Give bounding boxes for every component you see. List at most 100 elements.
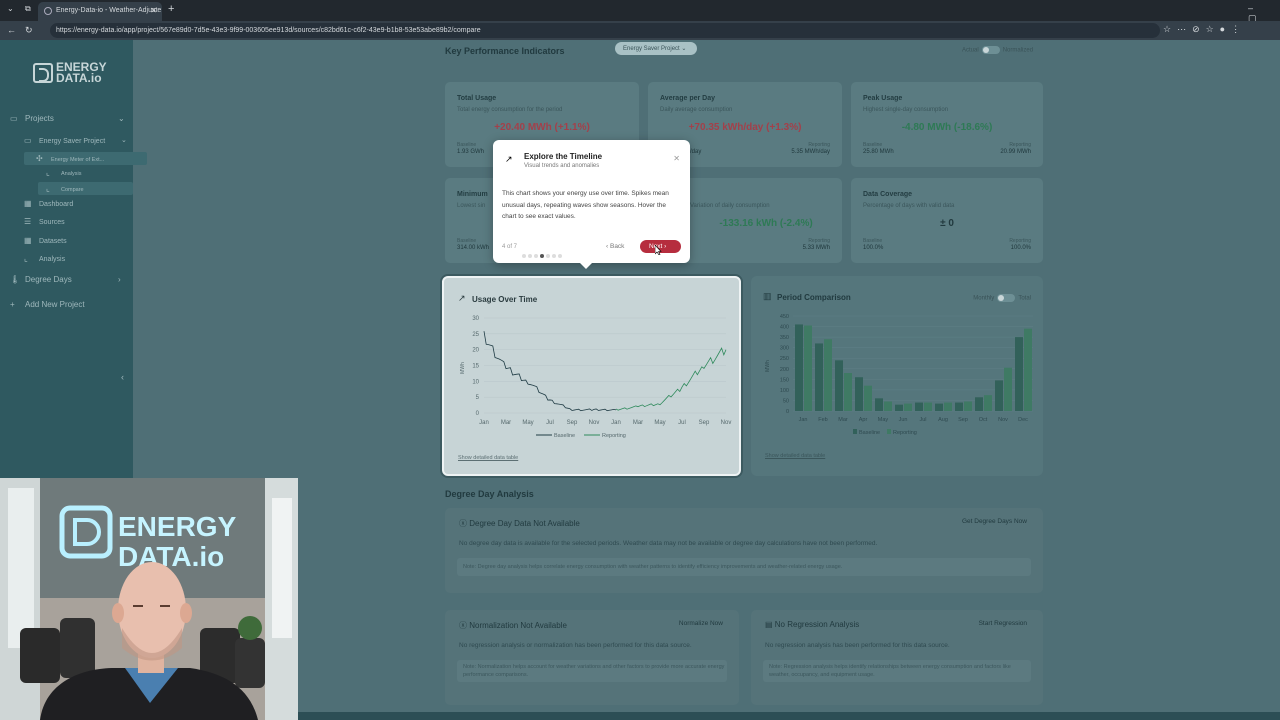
close-icon[interactable]: ✕ (673, 154, 680, 163)
chevron-down-icon: ⌄ (121, 137, 127, 144)
legend-label-baseline: Baseline (554, 433, 575, 439)
kpi-subtitle: Highest single-day consumption (863, 107, 949, 113)
webcam-sign-bottom: DATA.io (118, 541, 224, 572)
workspace-icon[interactable]: ⧉ (25, 4, 31, 14)
sidebar-item-label: Analysis (61, 171, 82, 177)
collapse-sidebar-icon[interactable]: ‹ (121, 372, 124, 382)
kpi-baseline-label: Baseline (457, 142, 477, 148)
sidebar-item-label: Sources (39, 219, 65, 226)
step-dot (552, 254, 556, 258)
get-degree-days-button[interactable]: Get Degree Days Now (962, 518, 1027, 525)
sidebar-item-compare[interactable]: ⌞ Compare (38, 182, 133, 195)
toggle-switch[interactable] (997, 294, 1016, 302)
x-tick-label: Dec (1018, 417, 1028, 423)
bar-baseline (995, 380, 1003, 411)
new-tab-icon[interactable]: + (168, 3, 174, 15)
kpi-value: ± 0 (940, 218, 954, 229)
logo-mark-icon (33, 63, 53, 83)
sidebar-item-sources[interactable]: ☰ Sources (24, 217, 65, 226)
bar-reporting (904, 403, 912, 411)
project-icon: ▭ (24, 136, 32, 145)
kpi-baseline-label: Baseline (863, 142, 883, 148)
sidebar-item-source[interactable]: ✣ Energy Meter of Ext... (24, 152, 147, 165)
webcam-image: ENERGY DATA.io (0, 478, 298, 720)
step-dots (522, 245, 564, 263)
degree-day-section-title: Degree Day Analysis (445, 489, 534, 499)
x-tick-label: Nov (998, 417, 1008, 423)
back-arrow-icon[interactable]: ← (7, 25, 16, 35)
toggle-switch[interactable] (981, 46, 1000, 54)
sidebar-item-datasets[interactable]: ▦ Datasets (24, 236, 67, 245)
x-tick-label: Jul (546, 420, 554, 426)
period-comparison-card: ▥ Period Comparison Monthly Total 0 50 100 1… (751, 276, 1043, 476)
kpi-subtitle: Lowest sin (457, 203, 486, 209)
browser-tab[interactable]: Energy-Data-io - Weather-Adjuste ✕ (38, 2, 162, 21)
usage-chart[interactable]: 0 5 10 15 20 25 30 MWh Jan Mar May Jul Sep Nov Jan Mar M… (444, 308, 739, 468)
toggle-label-left: Monthly (973, 295, 995, 302)
bar-baseline (895, 404, 903, 411)
x-tick-label: Sep (567, 420, 578, 426)
popup-step-counter: 4 of 7 (502, 244, 518, 250)
y-tick-label: 15 (472, 364, 479, 370)
sidebar-item-label: Compare (61, 187, 84, 193)
y-tick-label: 350 (780, 335, 789, 341)
y-tick-label: 100 (780, 388, 789, 394)
sidebar-item-add-project[interactable]: + Add New Project (10, 300, 85, 309)
kpi-reporting-label: Reporting (1009, 142, 1031, 148)
actual-normalized-toggle[interactable]: Actual Normalized (962, 46, 1033, 54)
chevron-right-icon: › (118, 275, 121, 284)
back-button[interactable]: ‹ Back (606, 243, 624, 250)
show-data-table-link[interactable]: Show detailed data table (458, 455, 518, 461)
table-icon: ▦ (24, 236, 32, 245)
step-dot (546, 254, 550, 258)
y-tick-label: 0 (786, 409, 789, 415)
compare-icon: ⌞ (46, 184, 50, 193)
degree-day-card: ⓧ Degree Day Data Not Available Get Degr… (445, 508, 1043, 593)
bar-reporting (824, 339, 832, 411)
close-tab-icon[interactable]: ✕ (150, 6, 157, 15)
sidebar-item-analysis[interactable]: ⌞ Analysis (24, 254, 65, 263)
reload-icon[interactable]: ↻ (25, 25, 33, 36)
legend-label-baseline: Baseline (859, 430, 880, 436)
kpi-value: -4.80 MWh (-18.6%) (901, 122, 993, 133)
project-selector[interactable]: Energy Saver Project ⌄ (615, 42, 697, 55)
start-regression-button[interactable]: Start Regression (979, 620, 1027, 627)
kpi-reporting-label: Reporting (808, 142, 830, 148)
kpi-subtitle: Daily average consumption (660, 107, 733, 113)
kpi-reporting-value: 100.0% (1010, 245, 1031, 251)
kpi-subtitle: Total energy consumption for the period (457, 107, 563, 113)
period-chart[interactable]: 0 50 100 150 200 250 300 350 400 450 MWh Jan Feb Mar A… (751, 306, 1041, 466)
degree-day-title: Degree Day Data Not Available (469, 519, 580, 528)
bar-reporting (924, 402, 932, 411)
kpi-reporting-value: 20.99 MWh (1000, 149, 1031, 155)
monthly-total-toggle[interactable]: Monthly Total (973, 294, 1031, 302)
bar-baseline (935, 403, 943, 411)
project-selector-label: Energy Saver Project (623, 46, 680, 52)
toggle-label-right: Normalized (1002, 47, 1034, 54)
kpi-subtitle: Percentage of days with valid data (863, 203, 955, 209)
kpi-title: Data Coverage (863, 191, 913, 198)
sidebar-item-degree-days[interactable]: 🌡 Degree Days › (10, 275, 121, 284)
bar-baseline (975, 397, 983, 411)
bar-baseline (915, 402, 923, 411)
logo[interactable]: ENERGY DATA.io (33, 61, 107, 84)
tab-menu-icon[interactable]: ⌄ (7, 4, 14, 13)
x-tick-label: Mar (501, 420, 511, 426)
sidebar-item-label: Dashboard (39, 201, 74, 208)
browser-toolbar-icons[interactable]: ☆⋯⊘☆●⋮ (1163, 24, 1246, 35)
normalize-now-button[interactable]: Normalize Now (679, 620, 723, 627)
sidebar-item-label: Energy Saver Project (39, 138, 106, 145)
sidebar-item-projects[interactable]: ▭ Projects ⌄ (10, 114, 125, 123)
bar-reporting (944, 402, 952, 411)
kpi-baseline-label: Baseline (457, 238, 477, 244)
sidebar-item-project[interactable]: ▭ Energy Saver Project ⌄ (24, 136, 127, 145)
show-data-table-link[interactable]: Show detailed data table (765, 453, 825, 459)
sidebar-item-analysis-sub[interactable]: ⌞ Analysis (46, 168, 81, 177)
kpi-card-data-coverage: Data Coverage Percentage of days with va… (851, 178, 1043, 263)
sidebar-item-dashboard[interactable]: ▦ Dashboard (24, 199, 73, 208)
bar-baseline (795, 324, 803, 411)
x-tick-label: Jun (899, 417, 908, 423)
y-tick-label: 5 (476, 395, 480, 401)
url-input[interactable]: https://energy-data.io/app/project/567e8… (50, 23, 1160, 38)
usage-over-time-card[interactable]: ↗ Usage Over Time 0 5 10 15 20 25 30 MWh Jan Mar M… (442, 276, 741, 476)
